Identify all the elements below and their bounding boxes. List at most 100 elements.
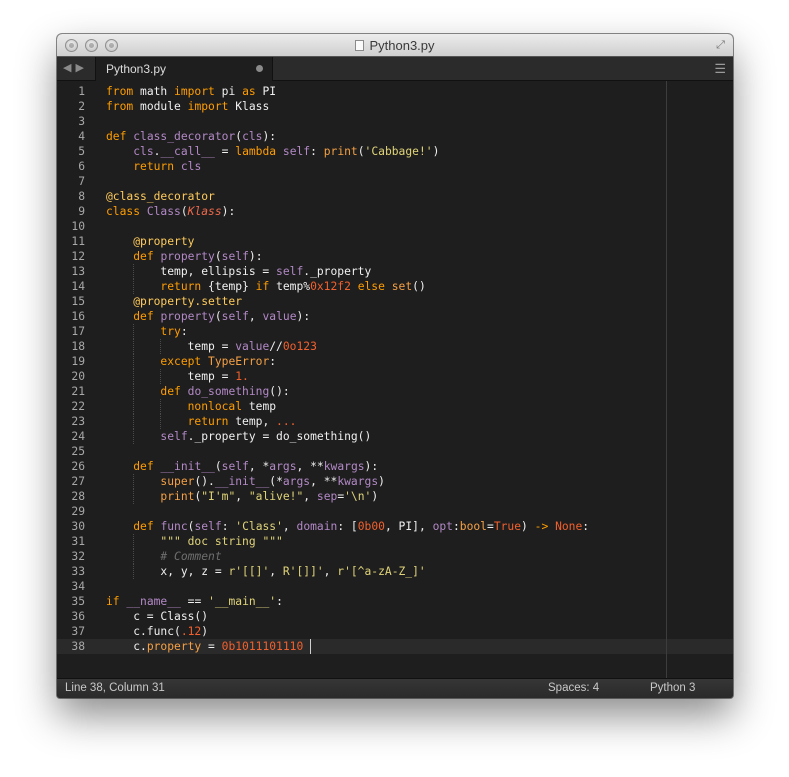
- line-number[interactable]: 3: [57, 114, 85, 129]
- indent-guide: [133, 279, 135, 294]
- line-number[interactable]: 38: [57, 639, 85, 654]
- code-line[interactable]: from module import Klass: [106, 99, 269, 114]
- tab-python3[interactable]: Python3.py: [95, 57, 273, 81]
- code-line[interactable]: super().__init__(*args, **kwargs): [106, 474, 385, 489]
- code-line[interactable]: @property: [106, 234, 194, 249]
- code-line[interactable]: cls.__call__ = lambda self: print('Cabba…: [106, 144, 439, 159]
- title-bar[interactable]: Python3.py ⤢: [57, 34, 733, 57]
- code-line[interactable]: def property(self):: [106, 249, 262, 264]
- code-line[interactable]: except TypeError:: [106, 354, 276, 369]
- line-number[interactable]: 22: [57, 399, 85, 414]
- code-line[interactable]: def property(self, value):: [106, 309, 310, 324]
- code-line[interactable]: temp, ellipsis = self._property: [106, 264, 371, 279]
- code-line[interactable]: return {temp} if temp%0x12f2 else set(): [106, 279, 425, 294]
- indent-guide: [160, 414, 162, 429]
- line-number[interactable]: 19: [57, 354, 85, 369]
- indent-guide: [133, 264, 135, 279]
- code-line[interactable]: # Comment: [106, 549, 221, 564]
- code-line[interactable]: self._property = do_something(): [106, 429, 371, 444]
- line-number[interactable]: 4: [57, 129, 85, 144]
- line-number[interactable]: 16: [57, 309, 85, 324]
- line-number[interactable]: 8: [57, 189, 85, 204]
- window-title-text: Python3.py: [369, 38, 435, 53]
- line-number[interactable]: 20: [57, 369, 85, 384]
- line-number[interactable]: 33: [57, 564, 85, 579]
- line-number[interactable]: 32: [57, 549, 85, 564]
- line-number[interactable]: 30: [57, 519, 85, 534]
- line-number[interactable]: 1: [57, 84, 85, 99]
- tab-bar: ◀▶ Python3.py ☰: [57, 57, 733, 81]
- line-number[interactable]: 24: [57, 429, 85, 444]
- line-number[interactable]: 37: [57, 624, 85, 639]
- code-line[interactable]: print("I'm", "alive!", sep='\n'): [106, 489, 378, 504]
- line-number[interactable]: 27: [57, 474, 85, 489]
- code-line[interactable]: temp = 1.: [106, 369, 249, 384]
- indent-guide: [160, 399, 162, 414]
- line-number[interactable]: 23: [57, 414, 85, 429]
- line-number[interactable]: 36: [57, 609, 85, 624]
- code-area[interactable]: from math import pi as PI from module imp…: [106, 81, 733, 678]
- wrap-ruler: [666, 81, 667, 678]
- line-number[interactable]: 26: [57, 459, 85, 474]
- code-line[interactable]: temp = value//0o123: [106, 339, 317, 354]
- code-editor[interactable]: 1 2 3 4 5 6 7 8 9 10 11 12 13 14 15 16 17 18 19 20 21 22 23 24 2…: [57, 81, 733, 678]
- code-line[interactable]: @property.setter: [106, 294, 242, 309]
- code-line[interactable]: def func(self: 'Class', domain: [0b00, P…: [106, 519, 589, 534]
- line-number[interactable]: 17: [57, 324, 85, 339]
- indent-guide: [133, 339, 135, 354]
- code-line[interactable]: def __init__(self, *args, **kwargs):: [106, 459, 378, 474]
- indent-guide: [133, 489, 135, 504]
- line-number[interactable]: 35: [57, 594, 85, 609]
- code-line[interactable]: nonlocal temp: [106, 399, 276, 414]
- code-line[interactable]: c = Class(): [106, 609, 208, 624]
- indent-guide: [133, 354, 135, 369]
- forward-arrow-icon[interactable]: ▶: [75, 61, 87, 74]
- indent-guide: [160, 339, 162, 354]
- indent-guide: [133, 384, 135, 399]
- code-line[interactable]: return cls: [106, 159, 201, 174]
- indentation-setting[interactable]: Spaces: 4: [548, 682, 599, 694]
- modified-dot-icon[interactable]: [256, 65, 263, 72]
- line-number[interactable]: 12: [57, 249, 85, 264]
- line-number[interactable]: 7: [57, 174, 85, 189]
- line-number[interactable]: 6: [57, 159, 85, 174]
- line-number[interactable]: 11: [57, 234, 85, 249]
- line-number[interactable]: 28: [57, 489, 85, 504]
- code-line[interactable]: class Class(Klass):: [106, 204, 235, 219]
- line-number[interactable]: 9: [57, 204, 85, 219]
- line-number[interactable]: 34: [57, 579, 85, 594]
- code-line[interactable]: c.func(.12): [106, 624, 208, 639]
- line-number[interactable]: 15: [57, 294, 85, 309]
- indent-guide: [133, 369, 135, 384]
- indent-guide: [133, 564, 135, 579]
- fullscreen-icon[interactable]: ⤢: [714, 39, 727, 52]
- hamburger-menu-icon[interactable]: ☰: [714, 61, 726, 77]
- line-number[interactable]: 21: [57, 384, 85, 399]
- code-line[interactable]: @class_decorator: [106, 189, 215, 204]
- code-line[interactable]: try:: [106, 324, 187, 339]
- line-number-gutter[interactable]: 1 2 3 4 5 6 7 8 9 10 11 12 13 14 15 16 17 18 19 20 21 22 23 24 2…: [57, 81, 97, 678]
- code-line[interactable]: def class_decorator(cls):: [106, 129, 276, 144]
- document-icon: [355, 40, 365, 51]
- code-line[interactable]: c.property = 0b1011101110: [106, 639, 310, 654]
- line-number[interactable]: 2: [57, 99, 85, 114]
- line-number[interactable]: 25: [57, 444, 85, 459]
- text-cursor: [310, 639, 311, 654]
- tab-label: Python3.py: [106, 62, 167, 76]
- code-line[interactable]: return temp, ...: [106, 414, 297, 429]
- line-number[interactable]: 29: [57, 504, 85, 519]
- line-number[interactable]: 14: [57, 279, 85, 294]
- indent-guide: [133, 399, 135, 414]
- line-number[interactable]: 13: [57, 264, 85, 279]
- line-number[interactable]: 31: [57, 534, 85, 549]
- back-arrow-icon[interactable]: ◀: [63, 61, 75, 74]
- line-number[interactable]: 10: [57, 219, 85, 234]
- code-line[interactable]: from math import pi as PI: [106, 84, 276, 99]
- syntax-selector[interactable]: Python 3: [650, 682, 695, 694]
- code-line[interactable]: x, y, z = r'[[]', R'[]]', r'[^a-zA-Z_]': [106, 564, 425, 579]
- line-number[interactable]: 5: [57, 144, 85, 159]
- line-number[interactable]: 18: [57, 339, 85, 354]
- cursor-position[interactable]: Line 38, Column 31: [65, 682, 165, 694]
- code-line[interactable]: if __name__ == '__main__':: [106, 594, 283, 609]
- editor-window: Python3.py ⤢ ◀▶ Python3.py ☰ 1 2 3 4 5 6 7 8 9 10…: [57, 34, 733, 698]
